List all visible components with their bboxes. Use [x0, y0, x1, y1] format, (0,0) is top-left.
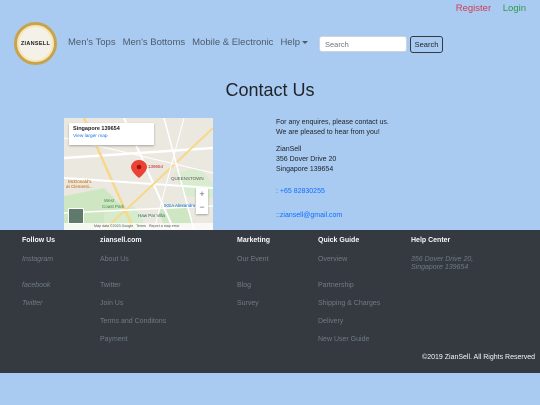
footer-help-heading: Help Center [411, 237, 451, 244]
zoom-out-button[interactable]: − [196, 201, 208, 214]
contact-email-row: ::ziansell@gmail.com [276, 211, 342, 221]
register-link[interactable]: Register [456, 3, 491, 14]
contact-phone-link[interactable]: : +65 82830255 [276, 188, 325, 195]
footer-twitter-follow-link[interactable]: Twitter [22, 300, 42, 307]
footer-site-heading: ziansell.com [100, 237, 142, 244]
footer-new-user-link[interactable]: New User Guide [318, 336, 369, 343]
footer-instagram-link[interactable]: Instagram [22, 256, 53, 263]
map-data-credit: Map data ©2023 Google [94, 224, 134, 228]
auth-links: Register Login [447, 3, 526, 14]
map-label-queenstown: QUEENSTOWN [171, 176, 204, 181]
map-footer: Map data ©2023 Google Terms Report a map… [64, 223, 213, 230]
footer-twitter-link[interactable]: Twitter [100, 282, 121, 289]
footer-join-link[interactable]: Join Us [100, 300, 123, 307]
map-info-card: Singapore 139654 View larger map [69, 123, 154, 145]
zoom-in-button[interactable]: + [196, 188, 208, 201]
nav-mobile-electronic[interactable]: Mobile & Electronic [192, 37, 273, 48]
contact-intro-line2: We are pleased to hear from you! [276, 129, 380, 136]
footer-event-link[interactable]: Our Event [237, 256, 269, 263]
map-label-coast-park: Coast Park [102, 204, 125, 209]
map-zoom-control: + − [196, 188, 208, 214]
map-label-clementi: at Clementi... [66, 184, 93, 189]
footer-follow-heading: Follow Us [22, 237, 56, 244]
footer-marketing-heading: Marketing [237, 237, 271, 244]
nav-mens-bottoms[interactable]: Men's Bottoms [123, 37, 186, 48]
contact-email-link[interactable]: ::ziansell@gmail.com [276, 212, 342, 219]
embedded-map[interactable]: Singapore 139654 View larger map 139654 … [64, 118, 213, 230]
footer-payment-link[interactable]: Payment [100, 336, 128, 343]
footer-delivery-link[interactable]: Delivery [318, 318, 343, 325]
contact-address-line1: 356 Dover Drive 20 [276, 156, 337, 163]
footer-blog-link[interactable]: Blog [237, 282, 251, 289]
map-report-link[interactable]: Report a map error [149, 224, 179, 228]
footer-partnership-link[interactable]: Partnership [318, 282, 354, 289]
footer-guide-heading: Quick Guide [318, 237, 360, 244]
footer-help-address-line2: Singapore 139654 [411, 264, 469, 271]
contact-intro: For any enquires, please contact us. We … [276, 118, 389, 138]
nav-help-label: Help [280, 37, 300, 48]
search-button[interactable]: Search [410, 36, 443, 53]
site-footer: Follow Us Instagram facebook Twitter zia… [0, 230, 540, 373]
map-pin-label: 139654 [148, 164, 164, 169]
footer-terms-link[interactable]: Terms and Conditons [100, 318, 166, 325]
footer-shipping-link[interactable]: Shipping & Charges [318, 300, 380, 307]
footer-overview-link[interactable]: Overview [318, 256, 347, 263]
footer-survey-link[interactable]: Survey [237, 300, 259, 307]
map-label-haw-par-villa: Haw Par Villa [138, 213, 165, 218]
map-terms-link[interactable]: Terms [136, 224, 146, 228]
map-label-west: West [104, 198, 115, 203]
footer-facebook-link[interactable]: facebook [22, 282, 50, 289]
contact-company: ZianSell [276, 146, 302, 153]
view-larger-map-link[interactable]: View larger map [73, 134, 150, 139]
login-link[interactable]: Login [503, 3, 526, 14]
footer-copyright: ©2019 ZianSell. All Rights Reserved [422, 354, 535, 361]
page-title: Contact Us [225, 80, 315, 100]
chevron-down-icon [301, 40, 308, 44]
brand-logo[interactable]: ZIANSELL [14, 22, 57, 65]
nav-help-dropdown[interactable]: Help [280, 37, 308, 48]
map-label-ikea: IKEA Alexandra [164, 203, 196, 208]
contact-phone-row: : +65 82830255 [276, 187, 325, 197]
footer-help-address-line1: 356 Dover Drive 20, [411, 256, 474, 263]
brand-logo-text: ZIANSELL [20, 40, 51, 47]
contact-address-line2: Singapore 139654 [276, 166, 334, 173]
nav-mens-tops[interactable]: Men's Tops [68, 37, 116, 48]
contact-address: ZianSell 356 Dover Drive 20 Singapore 13… [276, 145, 336, 175]
contact-intro-line1: For any enquires, please contact us. [276, 119, 389, 126]
search-input[interactable] [319, 36, 407, 52]
map-card-address: Singapore 139654 [73, 126, 120, 132]
main-nav: Men's Tops Men's Bottoms Mobile & Electr… [68, 37, 315, 48]
satellite-toggle-button[interactable] [68, 208, 84, 224]
footer-about-link[interactable]: About Us [100, 256, 129, 263]
